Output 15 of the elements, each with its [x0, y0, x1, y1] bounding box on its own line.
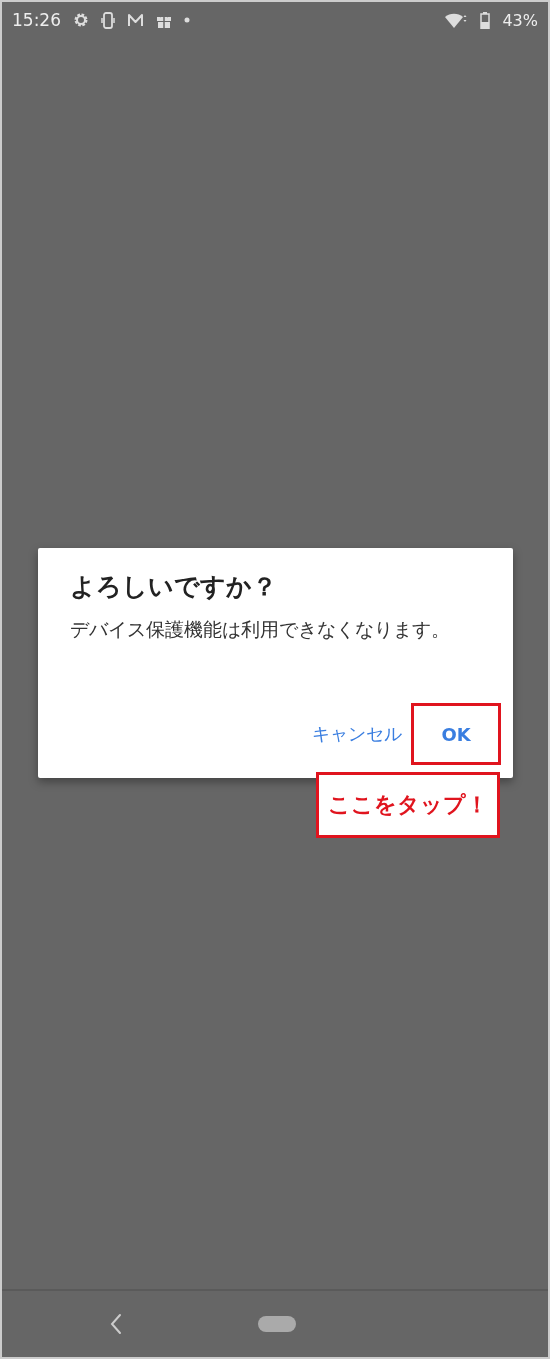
dialog-button[interactable]: OK — [411, 703, 501, 765]
dot-icon — [184, 17, 190, 23]
gear-icon — [73, 12, 89, 28]
status-time: 15:26 — [12, 10, 61, 30]
phone-icon — [101, 11, 115, 29]
battery-percentage: 43% — [502, 10, 538, 30]
back-icon[interactable] — [110, 1313, 122, 1335]
mail-icon — [127, 12, 144, 28]
dialog-button[interactable]: キャンセル — [309, 703, 405, 765]
wifi-icon — [444, 12, 469, 28]
dialog-message: デバイス保護機能は利用できなくなります。 — [70, 617, 451, 642]
home-button[interactable] — [258, 1316, 296, 1332]
dialog-title: よろしいですか？ — [70, 571, 278, 603]
annotation-callout: ここをタップ！ — [316, 772, 500, 838]
battery-icon — [480, 11, 491, 29]
